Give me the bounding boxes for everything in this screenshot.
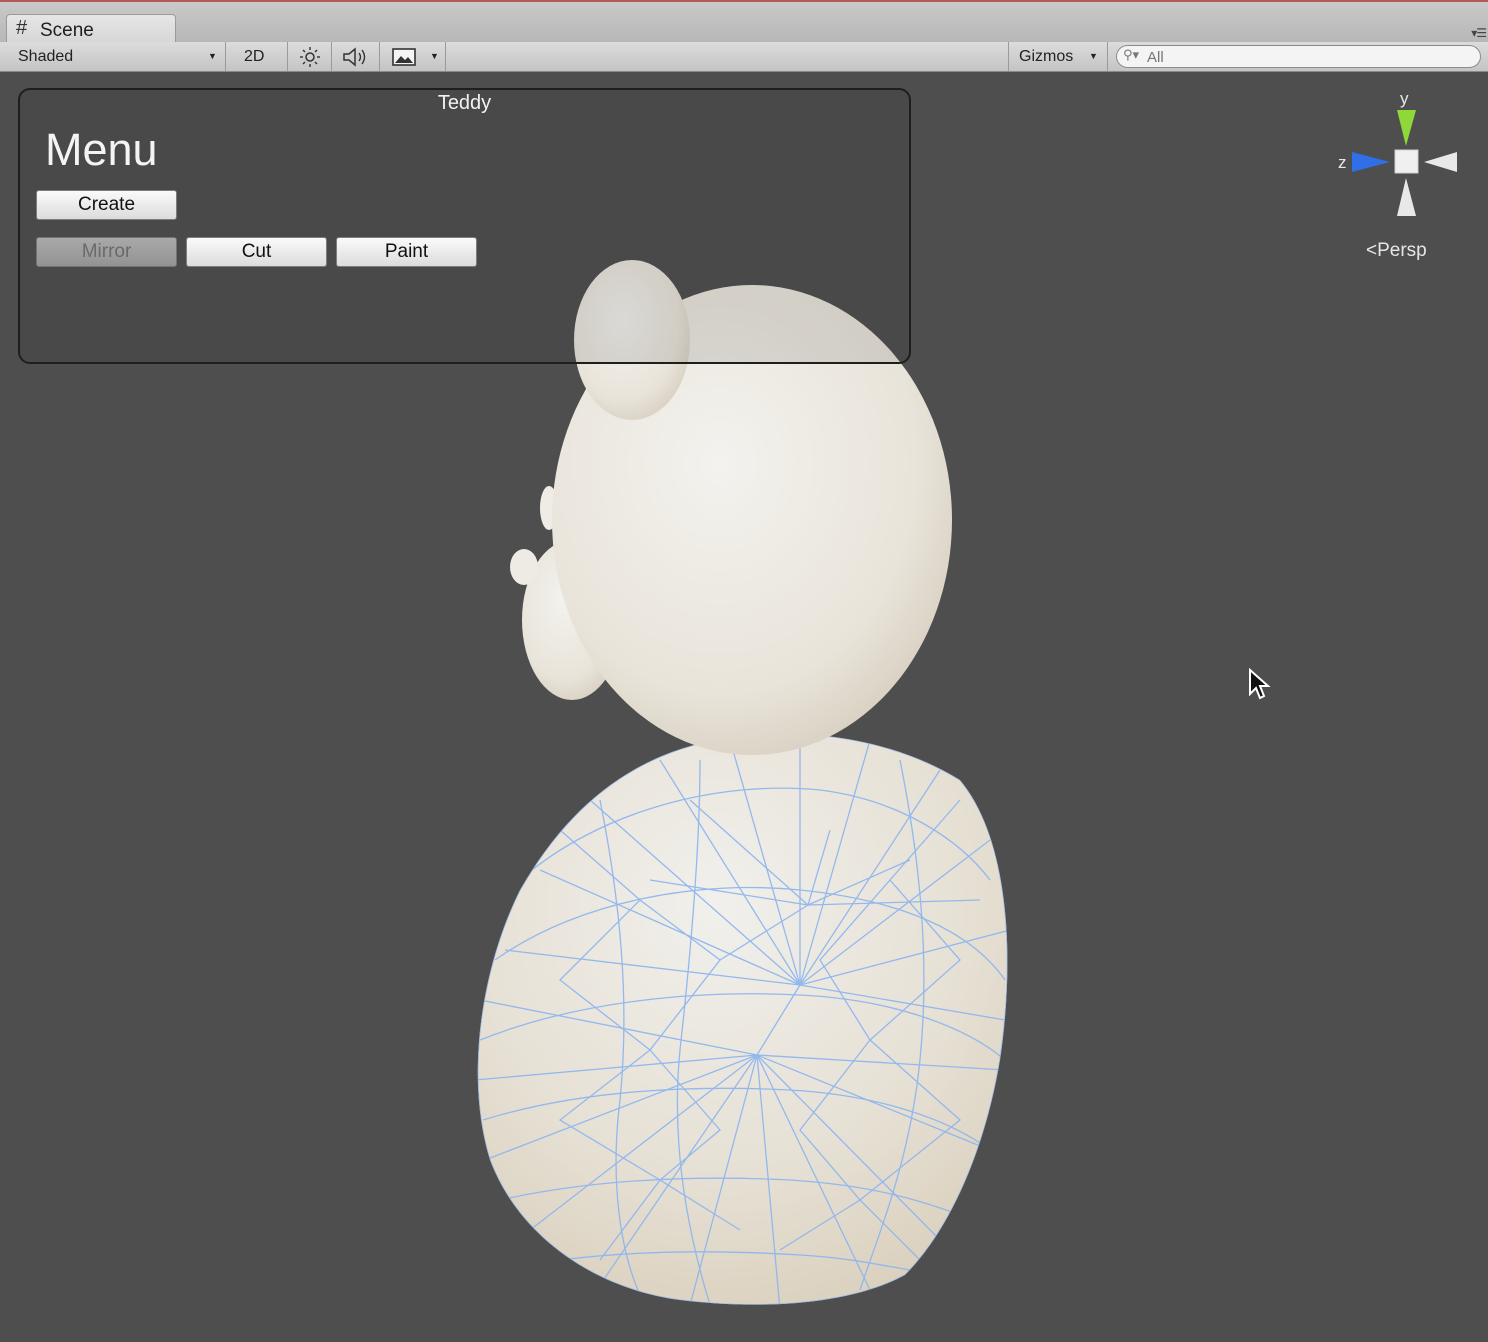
chevron-down-icon: ▼: [208, 51, 217, 61]
search-icon: ⚲▾: [1123, 47, 1140, 62]
tab-scene[interactable]: # Scene: [6, 14, 176, 44]
paint-button[interactable]: Paint: [336, 237, 477, 267]
window-tab-bar: # Scene ▾☰: [0, 0, 1488, 44]
2d-toggle-label: 2D: [244, 48, 265, 65]
lighting-toggle-button[interactable]: [288, 42, 332, 71]
hash-icon: #: [16, 17, 28, 39]
mirror-button[interactable]: Mirror: [36, 237, 177, 267]
gizmo-center-cube[interactable]: [1394, 149, 1419, 174]
menu-icon[interactable]: ▾☰: [1471, 26, 1487, 40]
gizmos-dropdown[interactable]: Gizmos ▼: [1008, 42, 1108, 71]
projection-label: Persp: [1377, 240, 1427, 261]
z-axis-cone[interactable]: [1352, 152, 1390, 172]
menu-heading: Menu: [45, 124, 158, 175]
audio-toggle-button[interactable]: [332, 42, 380, 71]
perspective-icon: <: [1366, 240, 1378, 261]
create-button[interactable]: Create: [36, 190, 177, 220]
speaker-icon: [343, 47, 366, 67]
tab-scene-label: Scene: [40, 20, 94, 41]
neg-y-axis-cone[interactable]: [1397, 178, 1416, 216]
chevron-down-icon: ▼: [430, 51, 439, 61]
scene-toolbar: Shaded ▼ 2D ▼ Gizmos ▼ ⚲▾ All: [0, 42, 1488, 72]
projection-toggle[interactable]: <Persp: [1366, 240, 1427, 262]
cut-button[interactable]: Cut: [186, 237, 327, 267]
sun-icon: [300, 47, 320, 67]
x-axis-cone[interactable]: [1424, 152, 1457, 172]
chevron-down-icon: ▼: [1089, 51, 1098, 61]
shading-mode-dropdown[interactable]: Shaded ▼: [0, 42, 226, 71]
teddy-gui-window: Teddy Menu Create Mirror Cut Paint: [18, 88, 911, 364]
y-axis-cone[interactable]: [1397, 110, 1416, 146]
axis-orientation-gizmo[interactable]: y z: [1330, 88, 1480, 228]
hierarchy-search-field[interactable]: ⚲▾: [1116, 45, 1481, 68]
cursor-icon: [1249, 668, 1271, 700]
2d-toggle-button[interactable]: 2D: [226, 42, 288, 71]
search-input[interactable]: [1145, 47, 1469, 67]
gizmos-label: Gizmos: [1019, 48, 1074, 65]
effects-dropdown[interactable]: ▼: [380, 42, 446, 71]
z-axis-label: z: [1338, 153, 1347, 172]
gui-window-title: Teddy: [437, 92, 492, 114]
y-axis-label: y: [1400, 89, 1409, 108]
image-icon: [392, 48, 416, 66]
shading-mode-label: Shaded: [18, 48, 74, 65]
